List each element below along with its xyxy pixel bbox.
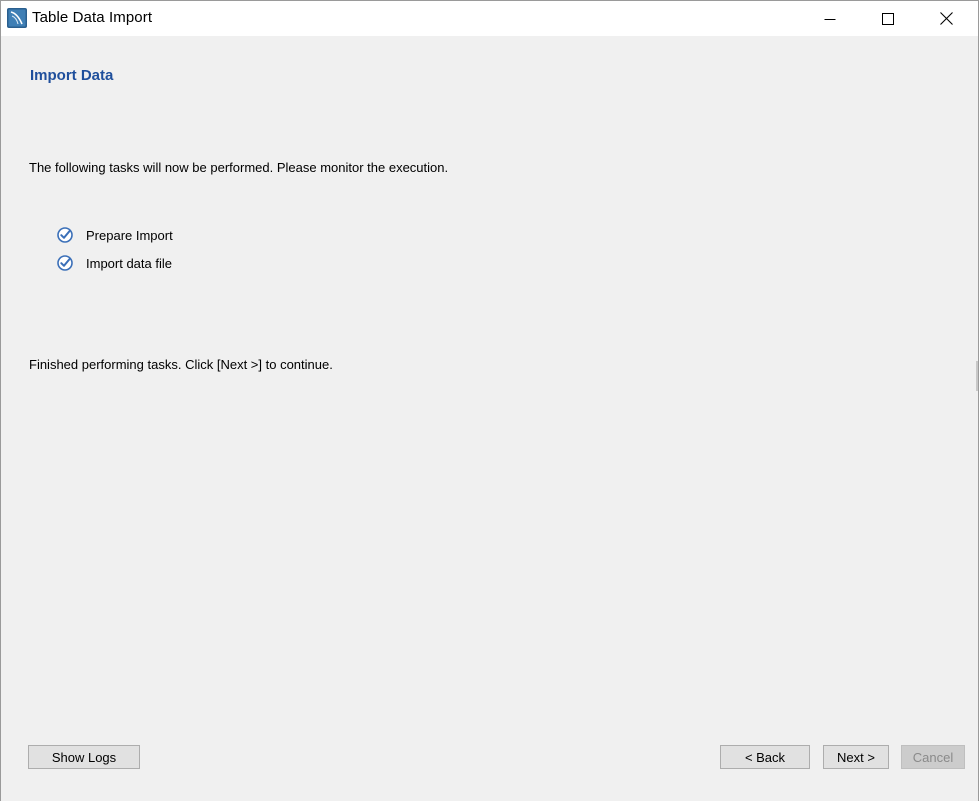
show-logs-button[interactable]: Show Logs [28,745,140,769]
resize-edge[interactable] [976,361,978,391]
task-item: Prepare Import [56,221,173,249]
next-button[interactable]: Next > [823,745,889,769]
check-circle-icon [57,255,73,271]
close-button[interactable] [917,1,975,36]
task-label: Import data file [86,255,172,271]
cancel-button: Cancel [901,745,965,769]
task-label: Prepare Import [86,227,173,243]
intro-text: The following tasks will now be performe… [29,160,449,175]
title-bar[interactable]: Table Data Import [1,1,978,36]
maximize-icon [882,12,894,25]
close-icon [939,12,953,25]
task-list: Prepare Import Import data file [56,221,173,277]
minimize-button[interactable] [801,1,859,36]
task-item: Import data file [56,249,173,277]
wizard-content: Import Data The following tasks will now… [1,36,978,802]
maximize-button[interactable] [859,1,917,36]
mysql-workbench-icon [7,8,27,28]
back-button[interactable]: < Back [720,745,810,769]
minimize-icon [824,18,836,20]
table-data-import-window: Table Data Import Import Data The follow… [0,0,979,803]
check-circle-icon [57,227,73,243]
window-title: Table Data Import [32,9,153,26]
page-title: Import Data [30,67,114,84]
finish-message: Finished performing tasks. Click [Next >… [29,357,333,372]
